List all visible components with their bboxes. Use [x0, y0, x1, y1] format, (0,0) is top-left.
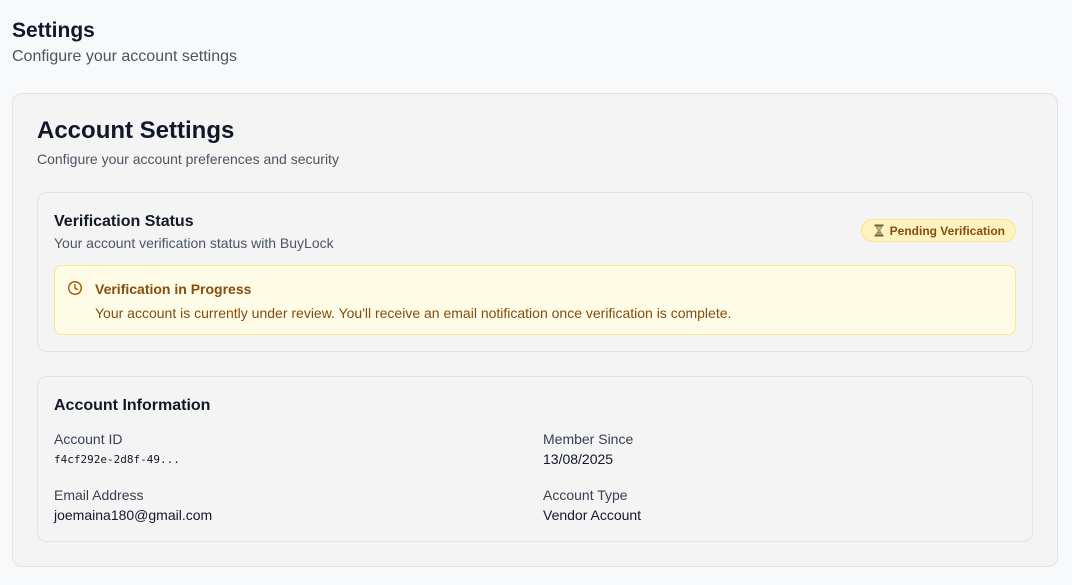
page-subtitle: Configure your account settings [12, 48, 238, 65]
field-label: Account ID [54, 431, 123, 447]
page-title: Settings [12, 19, 95, 42]
account-settings-card: Account Settings Configure your account … [12, 93, 1058, 567]
pending-verification-label: Pending Verification [889, 223, 1005, 238]
member-since-field: Member Since 13/08/2025 [543, 430, 633, 468]
verification-status-title: Verification Status [54, 213, 194, 230]
alert-title: Verification in Progress [95, 281, 252, 297]
account-type-field: Account Type Vendor Account [543, 486, 641, 524]
verification-status-card: Verification Status Your account verific… [37, 192, 1033, 352]
account-information-card: Account Information Account ID f4cf292e-… [37, 376, 1033, 542]
verification-alert: Verification in Progress Your account is… [54, 265, 1016, 335]
account-id-value: f4cf292e-2d8f-49... [54, 453, 180, 466]
alert-message: Your account is currently under review. … [95, 305, 732, 321]
account-id-field: Account ID f4cf292e-2d8f-49... [54, 430, 180, 469]
field-label: Email Address [54, 487, 144, 503]
hourglass-icon [874, 224, 884, 237]
verification-status-subtitle: Your account verification status with Bu… [54, 235, 334, 251]
member-since-value: 13/08/2025 [543, 451, 614, 467]
settings-page: Settings Configure your account settings… [0, 0, 1072, 585]
clock-icon [67, 280, 83, 296]
account-settings-title: Account Settings [37, 117, 235, 144]
account-settings-subtitle: Configure your account preferences and s… [37, 151, 339, 167]
email-address-field: Email Address joemaina180@gmail.com [54, 486, 212, 524]
pending-verification-badge: Pending Verification [860, 219, 1016, 242]
page-header: Settings Configure your account settings [12, 18, 237, 67]
field-label: Account Type [543, 487, 628, 503]
account-type-value: Vendor Account [543, 507, 642, 523]
field-label: Member Since [543, 431, 634, 447]
account-information-title: Account Information [54, 397, 211, 414]
email-address-value: joemaina180@gmail.com [54, 507, 213, 523]
